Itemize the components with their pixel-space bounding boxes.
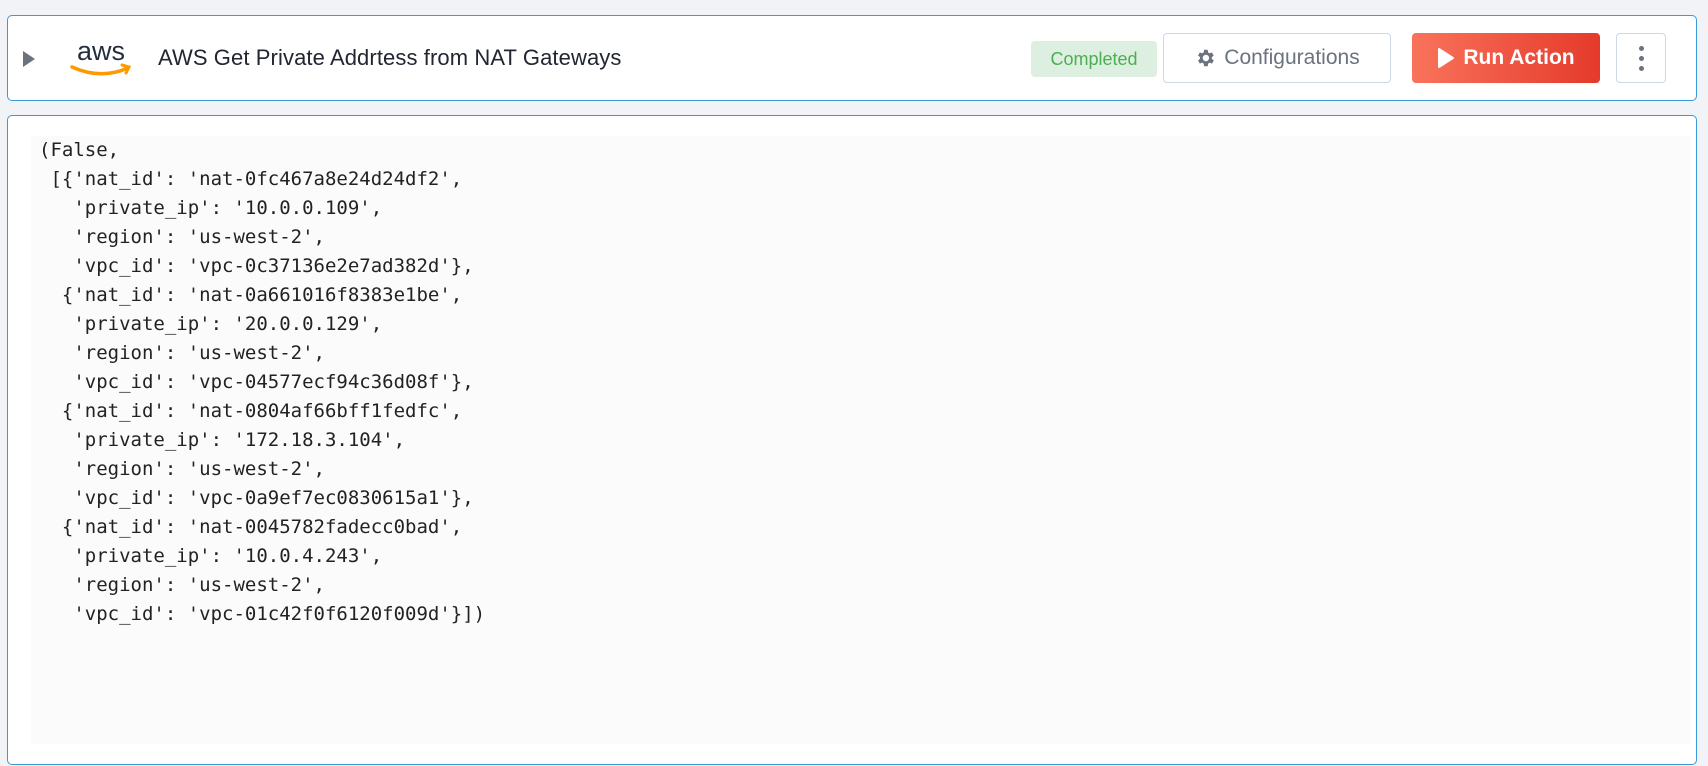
configurations-label: Configurations (1224, 46, 1360, 69)
kebab-dot-icon (1638, 55, 1644, 61)
output-line: 'private_ip': '10.0.4.243', (39, 545, 383, 567)
output-line: 'vpc_id': 'vpc-04577ecf94c36d08f'}, (39, 371, 474, 393)
configurations-button[interactable]: Configurations (1163, 33, 1391, 83)
action-title: AWS Get Private Addrtess from NAT Gatewa… (158, 45, 622, 70)
output-line: 'private_ip': '172.18.3.104', (39, 429, 406, 451)
output-line: 'region': 'us-west-2', (39, 458, 325, 480)
output-panel: (False, [{'nat_id': 'nat-0fc467a8e24d24d… (7, 115, 1697, 765)
output-line: 'vpc_id': 'vpc-0c37136e2e7ad382d'}, (39, 255, 474, 277)
action-header: aws AWS Get Private Addrtess from NAT Ga… (7, 15, 1697, 101)
kebab-dot-icon (1638, 65, 1644, 71)
output-line: 'vpc_id': 'vpc-0a9ef7ec0830615a1'}, (39, 487, 474, 509)
svg-text:aws: aws (77, 36, 125, 66)
run-action-label: Run Action (1463, 46, 1575, 69)
status-badge: Completed (1031, 41, 1157, 77)
kebab-dot-icon (1638, 45, 1644, 51)
output-code-block: (False, [{'nat_id': 'nat-0fc467a8e24d24d… (31, 136, 1691, 744)
output-line: [{'nat_id': 'nat-0fc467a8e24d24df2', (39, 168, 463, 190)
output-line: {'nat_id': 'nat-0a661016f8383e1be', (39, 284, 463, 306)
output-line: 'region': 'us-west-2', (39, 342, 325, 364)
output-line: (False, (39, 139, 120, 161)
aws-logo-icon: aws (70, 36, 132, 76)
output-line: {'nat_id': 'nat-0045782fadecc0bad', (39, 516, 463, 538)
gear-icon (1198, 49, 1215, 67)
run-action-button[interactable]: Run Action (1412, 33, 1600, 83)
output-line: 'private_ip': '20.0.0.129', (39, 313, 383, 335)
expand-caret-icon[interactable] (23, 51, 35, 67)
output-text: (False, [{'nat_id': 'nat-0fc467a8e24d24d… (31, 136, 1691, 629)
output-line: 'private_ip': '10.0.0.109', (39, 197, 383, 219)
play-icon (1438, 48, 1455, 68)
output-line: 'region': 'us-west-2', (39, 226, 325, 248)
output-line: 'region': 'us-west-2', (39, 574, 325, 596)
output-line: 'vpc_id': 'vpc-01c42f0f6120f009d'}]) (39, 603, 486, 625)
more-options-button[interactable] (1616, 33, 1666, 83)
output-line: {'nat_id': 'nat-0804af66bff1fedfc', (39, 400, 463, 422)
